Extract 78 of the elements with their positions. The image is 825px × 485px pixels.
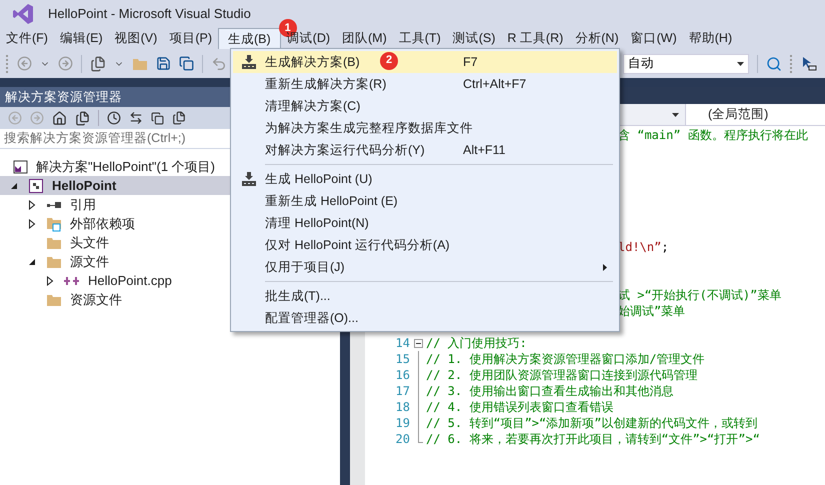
app-logo-icon xyxy=(12,3,34,25)
code-line: // 5. 转到“项目”>“添加新项”以创建新的代码文件，或转到 xyxy=(426,415,758,432)
history-icon[interactable] xyxy=(107,111,121,125)
caret-icon xyxy=(737,62,744,66)
menu-item[interactable]: 窗口(W) xyxy=(624,28,683,49)
tree-item-label: HelloPoint.cpp xyxy=(88,272,172,290)
solution-icon xyxy=(12,158,28,174)
save-icon[interactable] xyxy=(156,56,171,71)
collapse-icon[interactable] xyxy=(414,339,422,348)
menu-entry[interactable]: 仅用于项目(J) xyxy=(233,256,617,278)
tree-item-label: 引用 xyxy=(70,196,96,214)
window-title: HelloPoint - Microsoft Visual Studio xyxy=(48,5,251,24)
cpp-file-icon xyxy=(64,276,82,286)
tree-item-label: HelloPoint xyxy=(52,176,116,195)
caret-icon xyxy=(672,112,679,116)
code-line: // 2. 使用团队资源管理器窗口连接到源代码管理 xyxy=(426,367,698,384)
folder-icon xyxy=(46,236,62,250)
menu-entry[interactable]: 批生成(T)... xyxy=(233,285,617,307)
new-item-icon[interactable] xyxy=(90,56,106,72)
menu-item[interactable]: 工具(T) xyxy=(392,28,447,49)
line-number: 17 xyxy=(396,384,410,398)
build-icon xyxy=(241,171,257,187)
code-line: ld!\n”; xyxy=(618,239,669,256)
tree-item-label: 源文件 xyxy=(70,252,109,271)
tree-item-label: 解决方案"HelloPoint"(1 个项目) xyxy=(36,158,215,176)
show-all-files-icon[interactable] xyxy=(172,111,186,125)
sync-icon[interactable] xyxy=(129,111,143,125)
folder-icon xyxy=(132,56,148,70)
tree-item-label: 资源文件 xyxy=(70,290,122,309)
line-number: 19 xyxy=(396,416,410,430)
menu-item[interactable]: 文件(F) xyxy=(0,28,54,49)
menu-entry[interactable]: 生成解决方案(B) 2 F7 xyxy=(233,51,617,73)
menu-item[interactable]: 分析(N) xyxy=(569,28,625,49)
scope-dropdown[interactable]: (全局范围) xyxy=(686,104,825,125)
expanded-arrow-icon[interactable] xyxy=(28,258,36,266)
menu-item[interactable]: 编辑(E) xyxy=(54,28,109,49)
line-number: 14 xyxy=(396,336,410,350)
build-icon xyxy=(241,54,257,70)
tree-item-label: 头文件 xyxy=(70,234,109,252)
code-line: // 1. 使用解决方案资源管理器窗口添加/管理文件 xyxy=(426,351,705,368)
submenu-arrow-icon xyxy=(603,264,607,270)
code-line: // 入门使用技巧: xyxy=(426,335,527,352)
menu-item[interactable]: 测试(S) xyxy=(446,28,502,49)
expanded-arrow-icon[interactable] xyxy=(10,182,18,190)
line-number: 16 xyxy=(396,368,410,382)
references-icon xyxy=(46,200,62,210)
folder-icon xyxy=(46,254,62,268)
code-line: // 6. 将来，若要再次打开此项目，请转到“文件”>“打开”>“ xyxy=(426,431,760,448)
collapsed-arrow-icon[interactable] xyxy=(28,218,36,228)
line-number: 15 xyxy=(396,352,410,366)
home-icon[interactable] xyxy=(52,110,67,126)
platform-dropdown[interactable]: 自动 xyxy=(623,54,749,74)
external-folder-icon xyxy=(46,216,62,232)
menu-entry[interactable]: 清理 HelloPoint(N) xyxy=(233,212,617,234)
line-number: 18 xyxy=(396,400,410,414)
fold-end-line xyxy=(418,431,422,443)
menu-entry[interactable]: 仅对 HelloPoint 运行代码分析(A) xyxy=(233,234,617,256)
find-icon[interactable] xyxy=(766,56,782,72)
folder-icon xyxy=(46,292,62,306)
menu-entry[interactable]: 重新生成解决方案(R) Ctrl+Alt+F7 xyxy=(233,73,617,95)
line-number: 20 xyxy=(396,432,410,446)
menu-entry[interactable]: 清理解决方案(C) xyxy=(233,95,617,117)
menu-item[interactable]: 团队(M) xyxy=(336,28,393,49)
menu-item[interactable]: 视图(V) xyxy=(108,28,164,49)
panel-title: 解决方案资源管理器 xyxy=(5,88,122,106)
code-line: // 4. 使用错误列表窗口查看错误 xyxy=(426,399,614,416)
collapsed-arrow-icon[interactable] xyxy=(46,276,54,286)
code-line: // 3. 使用输出窗口查看生成输出和其他消息 xyxy=(426,383,674,400)
menu-entry[interactable]: 配置管理器(O)... xyxy=(233,307,617,329)
project-icon xyxy=(28,178,44,194)
menu-item[interactable]: 项目(P) xyxy=(163,28,218,49)
menu-item[interactable]: 帮助(H) xyxy=(682,28,738,49)
menu-item[interactable]: R 工具(R) xyxy=(501,28,570,49)
step-badge: 2 xyxy=(380,52,398,70)
tree-item-label: 外部依赖项 xyxy=(70,214,135,233)
pointer-icon[interactable] xyxy=(801,56,817,72)
menu-item[interactable]: 生成(B) xyxy=(218,28,281,49)
collapsed-arrow-icon[interactable] xyxy=(28,200,36,210)
